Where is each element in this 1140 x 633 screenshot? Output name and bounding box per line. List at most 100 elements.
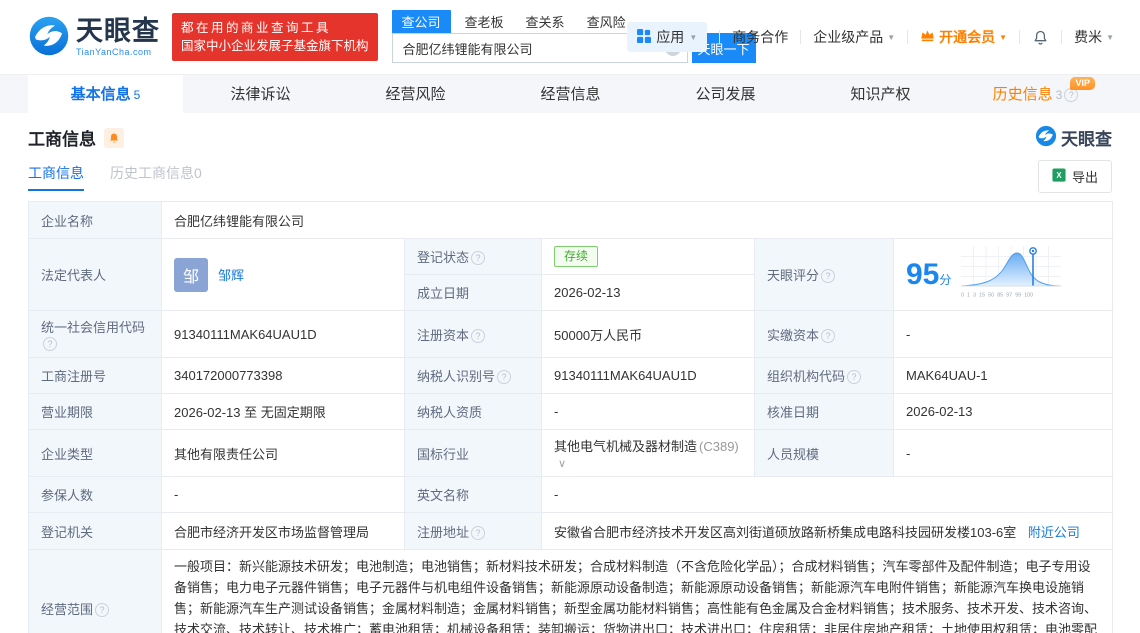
table-row: 法定代表人 邹 邹辉 登记状态? 存续 天眼评分? 95分 0 1 3 15 5… [28,238,1114,311]
tab-basic-info-count: 5 [133,88,141,102]
tab-basic-info[interactable]: 基本信息 5 [28,75,183,113]
username: 费米 [1074,29,1103,45]
insured-count-label: 参保人数 [28,476,162,513]
tab-operating-info[interactable]: 经营信息 [493,75,648,113]
notification-bell[interactable] [1032,29,1049,46]
tab-company-development[interactable]: 公司发展 [648,75,803,113]
enterprise-product-label: 企业级产品 [813,29,884,45]
org-code-label-text: 组织机构代码 [767,369,846,384]
reg-address-value: 安徽省合肥市经济技术开发区高刘街道硕放路新桥集成电路科技园研发楼103-6室 附… [540,512,1114,550]
export-button[interactable]: X 导出 [1037,160,1112,193]
score-cell: 95分 0 1 3 15 50 85 97 99 100 [892,238,1114,311]
apps-menu[interactable]: 应用 ▼ [627,22,708,52]
business-info-table: 企业名称 合肥亿纬锂能有限公司 法定代表人 邹 邹辉 登记状态? 存续 天眼评分… [28,201,1114,633]
table-row: 经营范围? 一般项目：新兴能源技术研发；电池制造；电池销售；新材料技术研发；合成… [28,549,1114,633]
user-menu[interactable]: 费米 ▼ [1074,27,1114,47]
watermark-title: 天眼查 [1061,130,1112,149]
help-icon[interactable]: ? [43,337,57,351]
establish-date-value: 2026-02-13 [541,274,755,311]
tab-history-count: 3 [1055,88,1063,102]
english-name-value: - [540,476,1114,513]
watermark-logo-icon [1035,125,1057,150]
divider [719,30,721,44]
insured-count-value: - [161,476,405,513]
help-icon[interactable]: ? [497,370,512,384]
svg-text:X: X [1056,171,1062,180]
tianyancha-logo[interactable]: 天眼查 TianYanCha.com [28,15,160,60]
promo-line-1: 都在用的商业查询工具 [181,20,332,35]
tab-ip-label: 知识产权 [850,86,911,103]
subscribe-bell-icon[interactable] [104,127,124,148]
table-row: 企业名称 合肥亿纬锂能有限公司 [28,201,1114,239]
search-tab-company[interactable]: 查公司 [391,10,451,33]
staff-size-label: 人员规模 [754,429,894,477]
help-icon[interactable]: ? [821,328,836,343]
divider [800,30,802,44]
expand-chevron-icon[interactable]: ∨ [558,458,566,470]
watermark: 天眼查 [1035,125,1112,150]
tab-history-info[interactable]: 历史信息 3? VIP [958,75,1113,113]
help-icon[interactable]: ? [471,251,486,265]
menu-open-vip[interactable]: 开通会员 ▼ [920,27,1007,47]
nearby-companies-link[interactable]: 附近公司 [1028,525,1080,540]
legal-rep-cell: 邹 邹辉 [161,238,405,311]
business-term-label: 营业期限 [28,393,162,430]
chevron-down-icon: ▼ [887,32,896,42]
company-name-label: 企业名称 [28,201,162,239]
reg-address-label: 注册地址? [404,512,542,550]
search-tab-risk[interactable]: 查风险 [587,10,626,33]
help-icon[interactable]: ? [1064,88,1079,102]
company-type-label: 企业类型 [28,429,162,477]
industry-code: (C389) [699,439,739,454]
help-icon[interactable]: ? [847,370,862,384]
menu-enterprise-product[interactable]: 企业级产品 ▼ [813,27,895,47]
tab-history-label: 历史信息 [992,86,1053,103]
tab-operation-label: 经营信息 [540,86,601,103]
reg-address-label-text: 注册地址 [417,524,470,540]
score-value: 95 [906,257,940,291]
legal-rep-link[interactable]: 邹辉 [218,265,244,284]
subtab-row: 工商信息 历史工商信息0 X 导出 [28,160,1112,193]
industry-label: 国标行业 [404,429,542,477]
taxpayer-id-label: 纳税人识别号? [404,357,542,394]
tab-legal-proceedings[interactable]: 法律诉讼 [183,75,338,113]
legal-rep-avatar[interactable]: 邹 [174,257,208,292]
help-icon[interactable]: ? [471,328,486,343]
reg-status-value: 存续 [541,238,755,275]
paid-capital-label: 实缴资本? [754,310,894,358]
help-icon[interactable]: ? [471,525,486,540]
logo-title: 天眼查 [76,15,160,46]
company-name-value: 合肥亿纬锂能有限公司 [160,201,1114,239]
help-icon[interactable]: ? [821,269,836,283]
subtab-business-info[interactable]: 工商信息 [28,163,84,191]
logo-domain: TianYanCha.com [76,46,152,57]
search-tab-relation[interactable]: 查关系 [526,10,565,33]
help-icon[interactable]: ? [95,603,110,617]
export-label: 导出 [1071,170,1098,185]
score-chart: 0 1 3 15 50 85 97 99 100 [961,246,1062,303]
business-scope-value: 一般项目：新兴能源技术研发；电池制造；电池销售；新材料技术研发；合成材料制造（不… [160,549,1114,633]
promo-banner: 都在用的商业查询工具 国家中小企业发展子基金旗下机构 [172,12,378,62]
paid-capital-value: - [892,310,1114,358]
divider [907,30,909,44]
score-axis-labels: 0 1 3 15 50 85 97 99 100 [961,292,1034,298]
apps-label: 应用 [656,29,685,45]
reg-number-label: 工商注册号 [28,357,162,394]
org-code-label: 组织机构代码? [754,357,894,394]
search-tab-boss[interactable]: 查老板 [465,10,504,33]
promo-line-2: 国家中小企业发展子基金旗下机构 [181,39,369,53]
credit-code-label: 统一社会信用代码? [28,310,162,358]
credit-code-label-text: 统一社会信用代码 [41,320,146,335]
subtab-history-business-info[interactable]: 历史工商信息0 [110,163,202,191]
table-row: 登记机关 合肥市经济开发区市场监督管理局 注册地址? 安徽省合肥市经济技术开发区… [28,512,1114,550]
tab-intellectual-property[interactable]: 知识产权 [803,75,958,113]
header-menu: 应用 ▼ 商务合作 企业级产品 ▼ 开通会员 ▼ 费米 ▼ [627,0,1114,74]
taxpayer-id-value: 91340111MAK64UAU1D [541,357,755,394]
tab-operating-risk[interactable]: 经营风险 [338,75,493,113]
taxpayer-qualification-value: - [541,393,755,430]
legal-rep-label: 法定代表人 [28,238,162,311]
menu-business-cooperation[interactable]: 商务合作 [732,27,788,47]
company-nav-tabs: 基本信息 5 法律诉讼 经营风险 经营信息 公司发展 知识产权 历史信息 3? VI… [0,74,1140,113]
section-title: 工商信息 [28,130,96,149]
tab-legal-label: 法律诉讼 [230,86,291,103]
